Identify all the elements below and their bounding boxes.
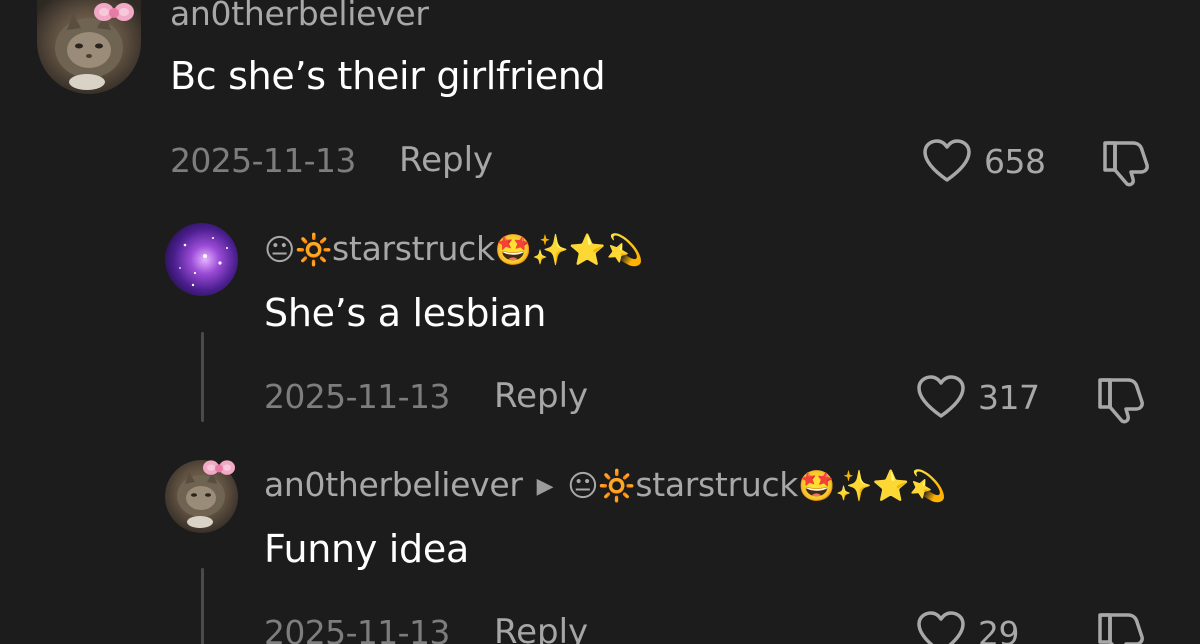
dislike-button[interactable] (1101, 137, 1153, 187)
reply-to-text: starstruck (635, 465, 799, 504)
like-button[interactable]: 29 (916, 610, 1020, 644)
thread-line (201, 568, 204, 644)
heart-outline-icon (917, 611, 965, 644)
dislike-button[interactable] (1096, 374, 1148, 424)
username-text: an0therbeliever (170, 0, 429, 33)
username-prefix-emoji: 😐🔆 (264, 233, 333, 268)
comment-date: 2025-11-13 (264, 613, 450, 644)
like-count: 29 (978, 613, 1020, 644)
comment-text: She’s a lesbian (264, 291, 547, 335)
pink-bow-icon (94, 3, 134, 21)
username-suffix-emoji: 🤩✨⭐💫 (494, 233, 644, 268)
reply-button[interactable]: Reply (494, 379, 588, 413)
like-count: 317 (978, 377, 1040, 417)
comment-text: Bc she’s their girlfriend (170, 54, 606, 98)
thumbs-down-outline-icon (1098, 613, 1144, 644)
galaxy-avatar-image (165, 223, 238, 296)
reply-to-suffix-emoji: 🤩✨⭐💫 (798, 469, 947, 504)
thumbs-down-outline-icon (1098, 378, 1144, 424)
comment-date: 2025-11-13 (170, 141, 356, 180)
username-text: starstruck (332, 229, 495, 268)
comment-date: 2025-11-13 (264, 377, 450, 416)
thumbs-down-outline-icon (1103, 141, 1149, 187)
heart-outline-icon (917, 375, 965, 418)
dislike-button[interactable] (1096, 609, 1148, 644)
pink-bow-icon (203, 460, 235, 475)
reply-button[interactable]: Reply (399, 143, 493, 177)
comment-text: Funny idea (264, 527, 469, 571)
like-button[interactable]: 658 (922, 138, 1046, 184)
reply-button[interactable]: Reply (494, 615, 588, 644)
thread-line (201, 332, 204, 422)
heart-outline-icon (923, 139, 971, 182)
like-count: 658 (984, 141, 1046, 181)
avatar-galaxy[interactable] (165, 223, 238, 296)
comment-username-row: an0therbeliever ▶ 😐🔆starstruck🤩✨⭐💫 (264, 465, 947, 504)
reply-to-prefix-emoji: 😐🔆 (567, 469, 636, 504)
triangle-right-icon: ▶ (536, 474, 554, 499)
comments-section: an0therbeliever Bc she’s their girlfrien… (0, 0, 1200, 644)
reply-to-username[interactable]: 😐🔆starstruck🤩✨⭐💫 (567, 465, 946, 504)
comment-username[interactable]: 😐🔆starstruck🤩✨⭐💫 (264, 232, 643, 266)
like-button[interactable]: 317 (916, 374, 1040, 420)
comment-username[interactable]: an0therbeliever (170, 0, 429, 30)
username-text[interactable]: an0therbeliever (264, 465, 523, 504)
